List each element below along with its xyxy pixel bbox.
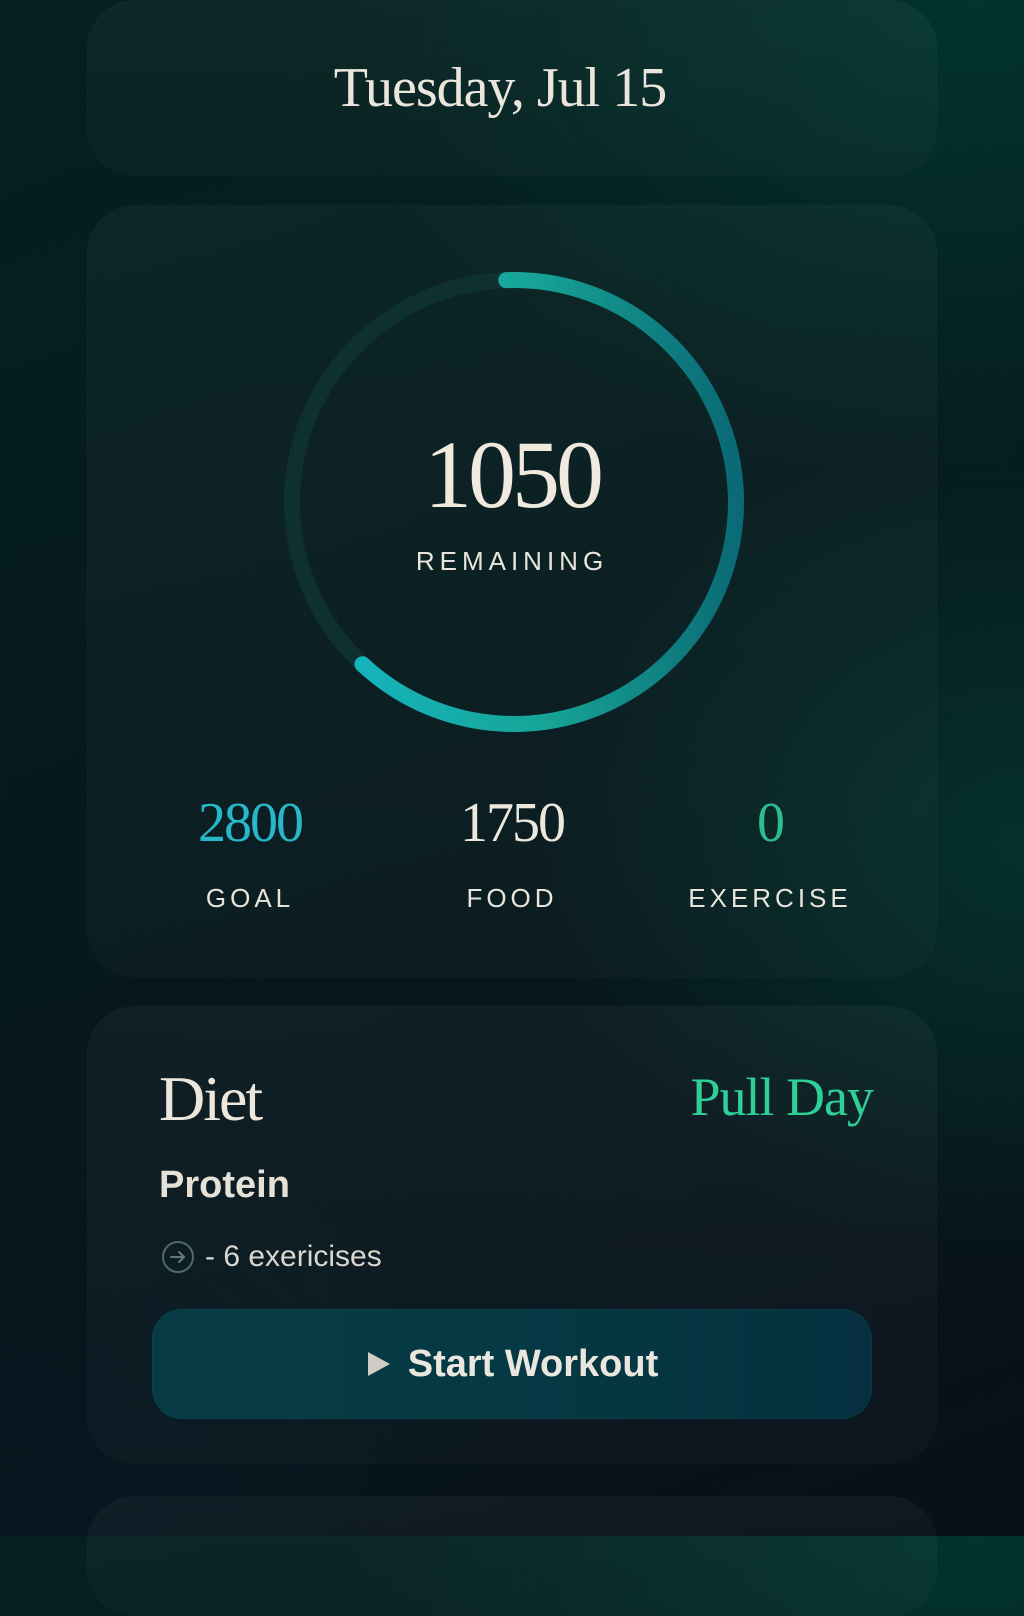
diet-title: Diet — [159, 1063, 263, 1134]
remaining-calories-value: 1050 — [424, 421, 604, 528]
goal-stat: 2800 GOAL — [120, 795, 380, 914]
exercise-value: 0 — [757, 792, 785, 854]
diet-workout-card: Diet Pull Day Protein - 6 exericises Sta… — [87, 1006, 937, 1464]
arrow-circle-icon — [161, 1240, 195, 1274]
goal-value: 2800 — [198, 792, 304, 854]
workout-plan-name[interactable]: Pull Day — [690, 1066, 874, 1128]
next-card-partial — [87, 1496, 937, 1616]
exercise-label: EXERCISE — [688, 883, 852, 913]
diet-subtitle: Protein — [159, 1164, 290, 1206]
food-label: FOOD — [466, 883, 558, 913]
goal-label: GOAL — [205, 883, 295, 913]
date-card: Tuesday, Jul 15 — [87, 0, 937, 176]
date-title: Tuesday, Jul 15 — [333, 57, 667, 119]
start-workout-label: Start Workout — [407, 1342, 659, 1385]
start-workout-button[interactable]: Start Workout — [152, 1309, 872, 1419]
calorie-summary-card: 1050 REMAINING 2800 GOAL 1750 FOOD 0 EXE… — [87, 205, 937, 977]
exercise-stat: 0 EXERCISE — [640, 795, 900, 914]
remaining-calories-label: REMAINING — [415, 546, 609, 576]
exercise-count-row[interactable]: - 6 exericises — [161, 1240, 382, 1274]
food-stat: 1750 FOOD — [382, 795, 642, 914]
food-value: 1750 — [460, 792, 566, 854]
exercise-count-text: - 6 exericises — [205, 1240, 382, 1273]
play-icon — [366, 1350, 392, 1378]
